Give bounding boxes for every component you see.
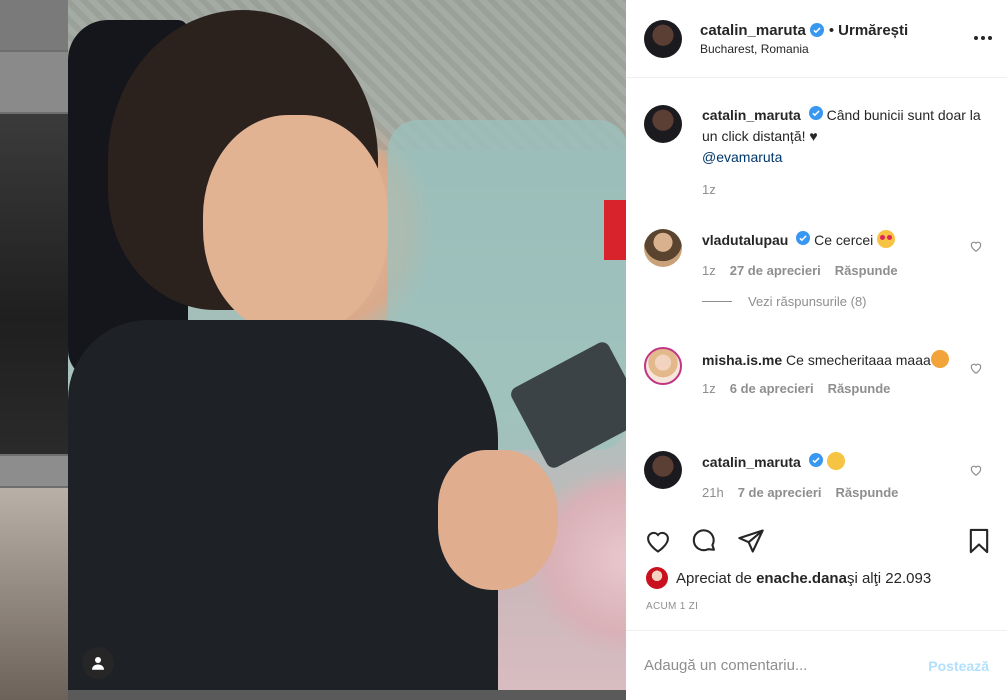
more-options-icon[interactable]	[973, 28, 993, 48]
comment-meta: 1z 27 de aprecieri Răspunde	[702, 263, 989, 278]
comment-likes[interactable]: 7 de aprecieri	[738, 485, 822, 500]
comment-username[interactable]: catalin_maruta	[702, 454, 801, 470]
hugging-emoji-icon	[826, 452, 845, 470]
comment-meta: 1z 6 de aprecieri Răspunde	[702, 381, 989, 396]
like-comment-heart-icon[interactable]	[969, 463, 983, 477]
likes-prefix: Apreciat de	[676, 569, 752, 587]
comment-text: catalin_maruta	[702, 451, 989, 473]
comment-username[interactable]: vladutalupau	[702, 232, 788, 248]
like-comment-heart-icon[interactable]	[969, 239, 983, 253]
following-button[interactable]: Urmărești	[838, 22, 908, 39]
post-photo[interactable]	[68, 0, 626, 690]
view-replies-button[interactable]: Vezi răspunsurile (8)	[702, 294, 989, 309]
comment-text: misha.is.me Ce smecheritaaa maaa	[702, 347, 989, 371]
action-bar	[644, 523, 993, 559]
photo-face	[203, 115, 388, 335]
liked-by-username[interactable]: enache.dana	[756, 570, 847, 587]
reply-button[interactable]: Răspunde	[835, 263, 898, 278]
verified-badge-icon	[808, 106, 823, 120]
comment-text: vladutalupau Ce cercei	[702, 229, 989, 251]
separator-dot: •	[828, 21, 835, 39]
likes-summary: Apreciat de enache.dana şi alţi 22.093	[646, 567, 931, 589]
caption-time[interactable]: 1z	[702, 182, 716, 197]
likes-count[interactable]: şi alţi 22.093	[847, 570, 931, 587]
caption-item: catalin_maruta Când bunicii sunt doar la…	[644, 105, 989, 197]
comments-list[interactable]: catalin_maruta Când bunicii sunt doar la…	[626, 79, 1007, 511]
post-timestamp[interactable]: ACUM 1 ZI	[646, 601, 698, 612]
avatar[interactable]	[644, 105, 682, 143]
comment-likes[interactable]: 27 de aprecieri	[730, 263, 821, 278]
comment-time[interactable]: 21h	[702, 485, 724, 500]
comment-time[interactable]: 1z	[702, 381, 716, 396]
location-link[interactable]: Bucharest, Romania	[700, 42, 908, 56]
post-comment-button[interactable]: Postează	[928, 658, 989, 674]
tagged-users-button[interactable]	[82, 647, 114, 679]
feed-thumbnail	[0, 0, 68, 50]
comment-username[interactable]: misha.is.me	[702, 352, 782, 368]
comment-meta: 21h 7 de aprecieri Răspunde	[702, 485, 989, 500]
mention-link[interactable]: @evamaruta	[702, 149, 782, 165]
like-heart-icon[interactable]	[644, 527, 672, 555]
avatar[interactable]	[644, 451, 682, 489]
feed-thumbnail[interactable]	[0, 114, 68, 454]
caption-text: catalin_maruta Când bunicii sunt doar la…	[702, 105, 989, 168]
comment-time[interactable]: 1z	[702, 263, 716, 278]
avatar[interactable]	[644, 347, 682, 385]
comment-likes[interactable]: 6 de aprecieri	[730, 381, 814, 396]
reply-button[interactable]: Răspunde	[836, 485, 899, 500]
heart-eyes-emoji-icon	[877, 230, 896, 248]
comment-item: vladutalupau Ce cercei 1z 27 de aprecier…	[644, 229, 989, 309]
feed-thumbnail	[0, 456, 68, 486]
feed-thumbnail	[0, 52, 68, 112]
photo-hand	[438, 450, 558, 590]
comment-content: Ce smecheritaaa maaa	[786, 352, 931, 368]
comment-bubble-icon[interactable]	[690, 527, 718, 555]
user-icon	[92, 657, 104, 670]
feed-thumbnail[interactable]	[0, 488, 68, 700]
verified-badge-icon	[808, 453, 823, 467]
caption-username[interactable]: catalin_maruta	[702, 107, 801, 123]
add-comment-bar: Postează	[626, 630, 1007, 700]
comment-item: catalin_maruta 21h 7 de aprecieri Răspun…	[644, 451, 989, 500]
comment-input[interactable]	[644, 657, 929, 674]
verified-badge-icon	[809, 23, 824, 37]
comment-item: misha.is.me Ce smecheritaaa maaa 1z 6 de…	[644, 347, 989, 396]
post-side-panel: catalin_maruta • Urmărești Bucharest, Ro…	[626, 0, 1007, 700]
like-comment-heart-icon[interactable]	[969, 361, 983, 375]
view-replies-label: Vezi răspunsurile (8)	[748, 294, 867, 309]
caption-meta: 1z	[702, 182, 989, 197]
header-row: catalin_maruta • Urmărești	[700, 22, 908, 39]
avatar[interactable]	[644, 229, 682, 267]
share-paper-plane-icon[interactable]	[737, 527, 765, 555]
save-bookmark-icon[interactable]	[965, 527, 993, 555]
author-username[interactable]: catalin_maruta	[700, 22, 806, 39]
liker-avatar[interactable]	[646, 567, 668, 589]
post-header: catalin_maruta • Urmărești Bucharest, Ro…	[626, 0, 1007, 78]
header-info: catalin_maruta • Urmărești Bucharest, Ro…	[700, 22, 908, 56]
replies-divider	[702, 301, 732, 302]
background-feed	[0, 0, 68, 700]
photo-jacket	[68, 320, 498, 690]
reply-button[interactable]: Răspunde	[828, 381, 891, 396]
verified-badge-icon	[796, 231, 811, 245]
avatar[interactable]	[644, 19, 682, 58]
grinning-emoji-icon	[930, 350, 949, 368]
photo-red-object	[604, 200, 626, 260]
comment-content: Ce cercei	[814, 232, 874, 248]
